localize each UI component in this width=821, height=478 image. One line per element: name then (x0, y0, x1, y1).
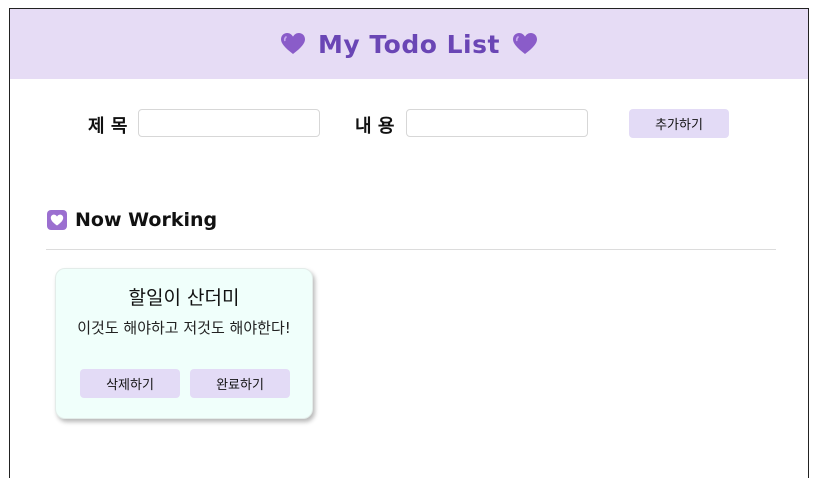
title-input[interactable] (138, 109, 320, 137)
app-header: My Todo List (10, 9, 808, 79)
purple-heart-icon (512, 33, 537, 54)
todo-form: 제 목 내 용 추가하기 (10, 109, 808, 139)
todo-body: 이것도 해야하고 저것도 해야한다! (77, 319, 291, 337)
complete-button[interactable]: 완료하기 (190, 369, 290, 398)
app-frame: My Todo List 제 목 내 용 추가하기 Now Working 할일… (9, 8, 809, 478)
todo-title: 할일이 산더미 (128, 287, 240, 309)
purple-heart-icon (281, 33, 306, 54)
heart-box-icon (47, 210, 67, 230)
section-divider (46, 249, 776, 250)
content-label: 내 용 (355, 116, 395, 137)
section-title: Now Working (75, 209, 218, 231)
working-section-header: Now Working (47, 209, 217, 231)
content-input[interactable] (406, 109, 588, 137)
add-button[interactable]: 추가하기 (629, 109, 729, 138)
todo-card: 할일이 산더미 이것도 해야하고 저것도 해야한다! 삭제하기 완료하기 (55, 268, 313, 419)
title-label: 제 목 (88, 116, 128, 137)
delete-button[interactable]: 삭제하기 (80, 369, 180, 398)
page-title: My Todo List (318, 29, 500, 59)
